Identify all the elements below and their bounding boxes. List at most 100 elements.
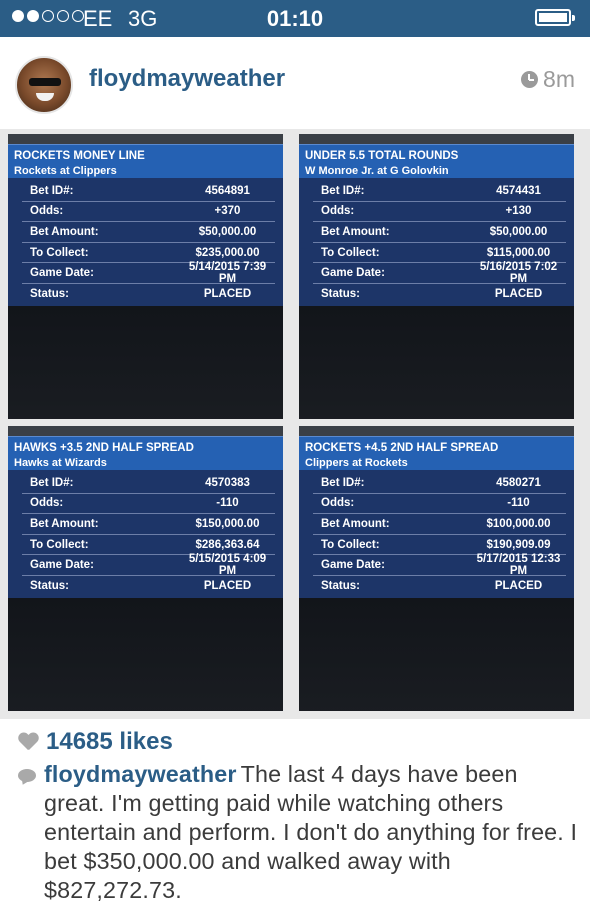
bet-slip-label: Odds: (321, 205, 355, 218)
bet-slip-blank-area (8, 305, 283, 419)
bet-slip-topstrip (299, 134, 574, 144)
bet-slip-value: $150,000.00 (195, 517, 260, 530)
bet-slip-value: $50,000.00 (198, 225, 257, 238)
bet-slip-rows: Bet ID#: 4564891 Odds: +370 Bet Amount: $50,0… (8, 178, 283, 306)
bet-slip-label: Odds: (30, 497, 64, 510)
bet-slip-value: PLACED (494, 579, 543, 592)
bet-slip-label: Game Date: (30, 267, 94, 280)
bet-slip-blank-area (8, 597, 283, 711)
bet-slip-value: $286,363.64 (195, 538, 260, 551)
bet-slip-row: Bet Amount: $50,000.00 (313, 222, 566, 243)
bet-slip-matchup: W Monroe Jr. at G Golovkin (305, 165, 449, 177)
bet-slip-header: ROCKETS MONEY LINE Rockets at Clippers (8, 144, 283, 178)
bet-slip-label: Game Date: (30, 559, 94, 572)
caption-username[interactable]: floydmayweather (44, 761, 237, 787)
likes-count[interactable]: 14685 likes (46, 728, 173, 756)
post-timestamp: 8m (521, 66, 575, 93)
bet-slip-topstrip (8, 426, 283, 436)
bet-slip-value: 5/17/2015 12:33 PM (476, 553, 561, 578)
bet-slip-label: To Collect: (321, 246, 380, 259)
avatar-sunglasses (29, 78, 61, 86)
bet-slip-header: UNDER 5.5 TOTAL ROUNDS W Monroe Jr. at G … (299, 144, 574, 178)
bet-slip-label: Bet Amount: (321, 517, 390, 530)
bet-slip-row: Game Date: 5/15/2015 4:09 PM (22, 553, 275, 578)
bet-slip-rows: Bet ID#: 4580271 Odds: -110 Bet Amount: $100,… (299, 470, 574, 598)
bet-slip-row: Bet Amount: $150,000.00 (22, 514, 275, 535)
bet-slip-row: Bet ID#: 4570383 (22, 473, 275, 494)
bet-slip-value: -110 (507, 497, 530, 510)
likes-row[interactable]: 14685 likes (18, 728, 173, 756)
bet-slip-label: Status: (30, 579, 69, 592)
bet-slip-row: Game Date: 5/17/2015 12:33 PM (313, 553, 566, 578)
bet-slip-topstrip (8, 134, 283, 144)
battery-icon (535, 9, 575, 26)
bet-slip-title: UNDER 5.5 TOTAL ROUNDS (305, 150, 459, 162)
bet-slip-blank-area (299, 597, 574, 711)
bet-slip-value: PLACED (203, 287, 252, 300)
bet-slip-title: ROCKETS MONEY LINE (14, 150, 145, 162)
avatar[interactable] (15, 56, 73, 114)
bet-slip-value: $100,000.00 (486, 517, 551, 530)
bet-slip-row: Odds: -110 (313, 494, 566, 515)
comment-bubble-icon (18, 769, 38, 785)
post-username[interactable]: floydmayweather (89, 65, 285, 93)
clock-icon (521, 71, 539, 88)
bet-slip-label: Odds: (30, 205, 64, 218)
bet-slip-row: Bet Amount: $100,000.00 (313, 514, 566, 535)
bet-slip-header: ROCKETS +4.5 2ND HALF SPREAD Clippers at … (299, 436, 574, 470)
bet-slip-label: Status: (30, 287, 69, 300)
bet-slip-value: +370 (214, 205, 241, 218)
bet-slip-row: Bet ID#: 4564891 (22, 181, 275, 202)
bet-slip-row: Bet ID#: 4574431 (313, 181, 566, 202)
bet-slip-value: 5/15/2015 4:09 PM (188, 553, 267, 578)
bet-slip-value: 4580271 (496, 476, 541, 489)
bet-slip-label: Bet Amount: (30, 517, 99, 530)
bet-slip-header: HAWKS +3.5 2ND HALF SPREAD Hawks at Wizar… (8, 436, 283, 470)
bet-slip-card: HAWKS +3.5 2ND HALF SPREAD Hawks at Wizar… (8, 426, 283, 711)
caption-text: floydmayweather The last 4 days have been… (44, 760, 578, 905)
bet-slip-card: UNDER 5.5 TOTAL ROUNDS W Monroe Jr. at G … (299, 134, 574, 419)
bet-slip-row: Odds: +370 (22, 202, 275, 223)
bet-slip-row: Status: PLACED (22, 284, 275, 304)
battery-tip (572, 15, 575, 21)
bet-slip-label: To Collect: (30, 538, 89, 551)
bet-slip-label: Bet ID#: (30, 476, 74, 489)
bet-slip-row: Status: PLACED (22, 576, 275, 596)
post-photo[interactable]: ROCKETS MONEY LINE Rockets at Clippers Bet… (0, 129, 590, 719)
bet-slip-row: Game Date: 5/14/2015 7:39 PM (22, 261, 275, 285)
battery-fill (539, 13, 567, 22)
bet-slip-label: Status: (321, 579, 360, 592)
bet-slip-label: Bet Amount: (30, 225, 99, 238)
bet-slip-row: Status: PLACED (313, 576, 566, 596)
bet-slip-label: Game Date: (321, 267, 385, 280)
status-bar: EE 3G 01:10 (0, 0, 590, 37)
bet-slip-row: Status: PLACED (313, 284, 566, 304)
bet-slip-value: 5/16/2015 7:02 PM (479, 261, 558, 286)
bet-slip-value: $190,909.09 (486, 538, 551, 551)
bet-slip-label: Bet ID#: (321, 184, 365, 197)
bet-slip-card: ROCKETS +4.5 2ND HALF SPREAD Clippers at … (299, 426, 574, 711)
post-header: floydmayweather 8m (0, 37, 590, 129)
heart-icon (18, 733, 38, 751)
bet-slip-row: Bet ID#: 4580271 (313, 473, 566, 494)
bet-slip-matchup: Rockets at Clippers (14, 165, 117, 177)
bet-slip-value: 4564891 (205, 184, 250, 197)
bet-slip-row: Odds: +130 (313, 202, 566, 223)
status-time: 01:10 (266, 6, 324, 31)
bet-slip-topstrip (299, 426, 574, 436)
bet-slip-rows: Bet ID#: 4574431 Odds: +130 Bet Amount: $50,0… (299, 178, 574, 306)
bet-slip-label: Status: (321, 287, 360, 300)
bet-slip-matchup: Hawks at Wizards (14, 457, 107, 469)
avatar-smile (36, 93, 54, 101)
bet-slip-label: Bet ID#: (30, 184, 74, 197)
bet-slip-row: Game Date: 5/16/2015 7:02 PM (313, 261, 566, 286)
bet-slip-title: ROCKETS +4.5 2ND HALF SPREAD (305, 442, 499, 454)
bet-slip-value: PLACED (203, 579, 252, 592)
bet-slip-label: Game Date: (321, 559, 385, 572)
bet-slip-blank-area (299, 305, 574, 419)
bet-slip-value: $235,000.00 (195, 246, 260, 259)
bet-slip-label: Odds: (321, 497, 355, 510)
bet-slip-row: Odds: -110 (22, 494, 275, 515)
bet-slip-value: -110 (216, 497, 239, 510)
bet-slip-matchup: Clippers at Rockets (305, 457, 408, 469)
